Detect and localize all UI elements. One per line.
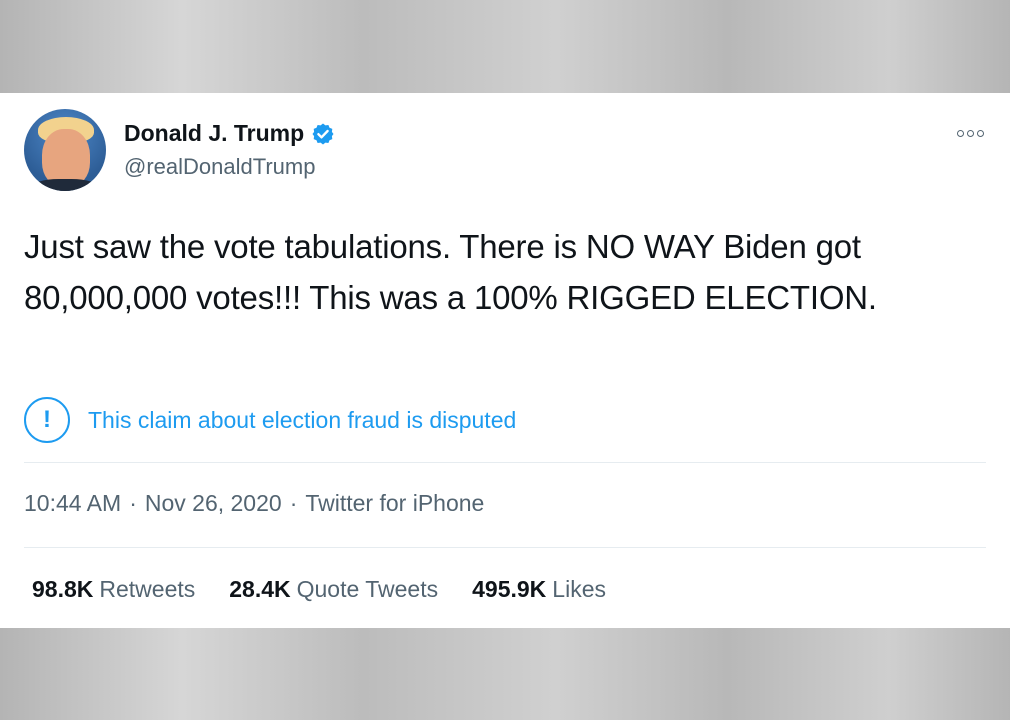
exclamation-circle-icon: ! bbox=[24, 397, 70, 443]
tweet-date[interactable]: Nov 26, 2020 bbox=[145, 490, 282, 517]
disputed-claim-text[interactable]: This claim about election fraud is dispu… bbox=[88, 407, 516, 434]
likes-stat[interactable]: 495.9K Likes bbox=[472, 576, 606, 603]
divider bbox=[24, 547, 986, 548]
background-top bbox=[0, 0, 1010, 93]
meta-separator: · bbox=[129, 490, 137, 516]
more-options-button[interactable] bbox=[950, 121, 990, 145]
avatar-shirt bbox=[32, 179, 98, 191]
tweet-source[interactable]: Twitter for iPhone bbox=[305, 490, 484, 517]
author-handle[interactable]: @realDonaldTrump bbox=[124, 154, 315, 180]
quote-tweets-label: Quote Tweets bbox=[296, 576, 439, 602]
disputed-claim-notice[interactable]: ! This claim about election fraud is dis… bbox=[24, 397, 516, 443]
meta-separator: · bbox=[289, 490, 298, 516]
retweets-stat[interactable]: 98.8K Retweets bbox=[32, 576, 195, 603]
tweet-meta: 10:44 AM · Nov 26, 2020 · Twitter for iP… bbox=[24, 490, 484, 517]
author-name[interactable]: Donald J. Trump bbox=[124, 120, 304, 147]
avatar[interactable] bbox=[24, 109, 106, 191]
divider bbox=[24, 462, 986, 463]
background-bottom bbox=[0, 628, 1010, 720]
quote-tweets-stat[interactable]: 28.4K Quote Tweets bbox=[229, 576, 438, 603]
likes-label: Likes bbox=[552, 576, 606, 602]
author-name-row[interactable]: Donald J. Trump bbox=[124, 120, 335, 147]
likes-count: 495.9K bbox=[472, 576, 547, 602]
quote-tweets-count: 28.4K bbox=[229, 576, 291, 602]
verified-badge-icon bbox=[312, 123, 334, 144]
tweet-stats: 98.8K Retweets 28.4K Quote Tweets 495.9K… bbox=[32, 576, 606, 603]
tweet-time[interactable]: 10:44 AM bbox=[24, 490, 121, 517]
more-dot-icon bbox=[956, 129, 964, 137]
more-dot-icon bbox=[966, 129, 974, 137]
retweets-count: 98.8K bbox=[32, 576, 94, 602]
more-dot-icon bbox=[976, 129, 984, 137]
tweet-card: Donald J. Trump @realDonaldTrump Just sa… bbox=[0, 93, 1010, 628]
retweets-label: Retweets bbox=[99, 576, 196, 602]
tweet-text: Just saw the vote tabulations. There is … bbox=[24, 228, 877, 316]
